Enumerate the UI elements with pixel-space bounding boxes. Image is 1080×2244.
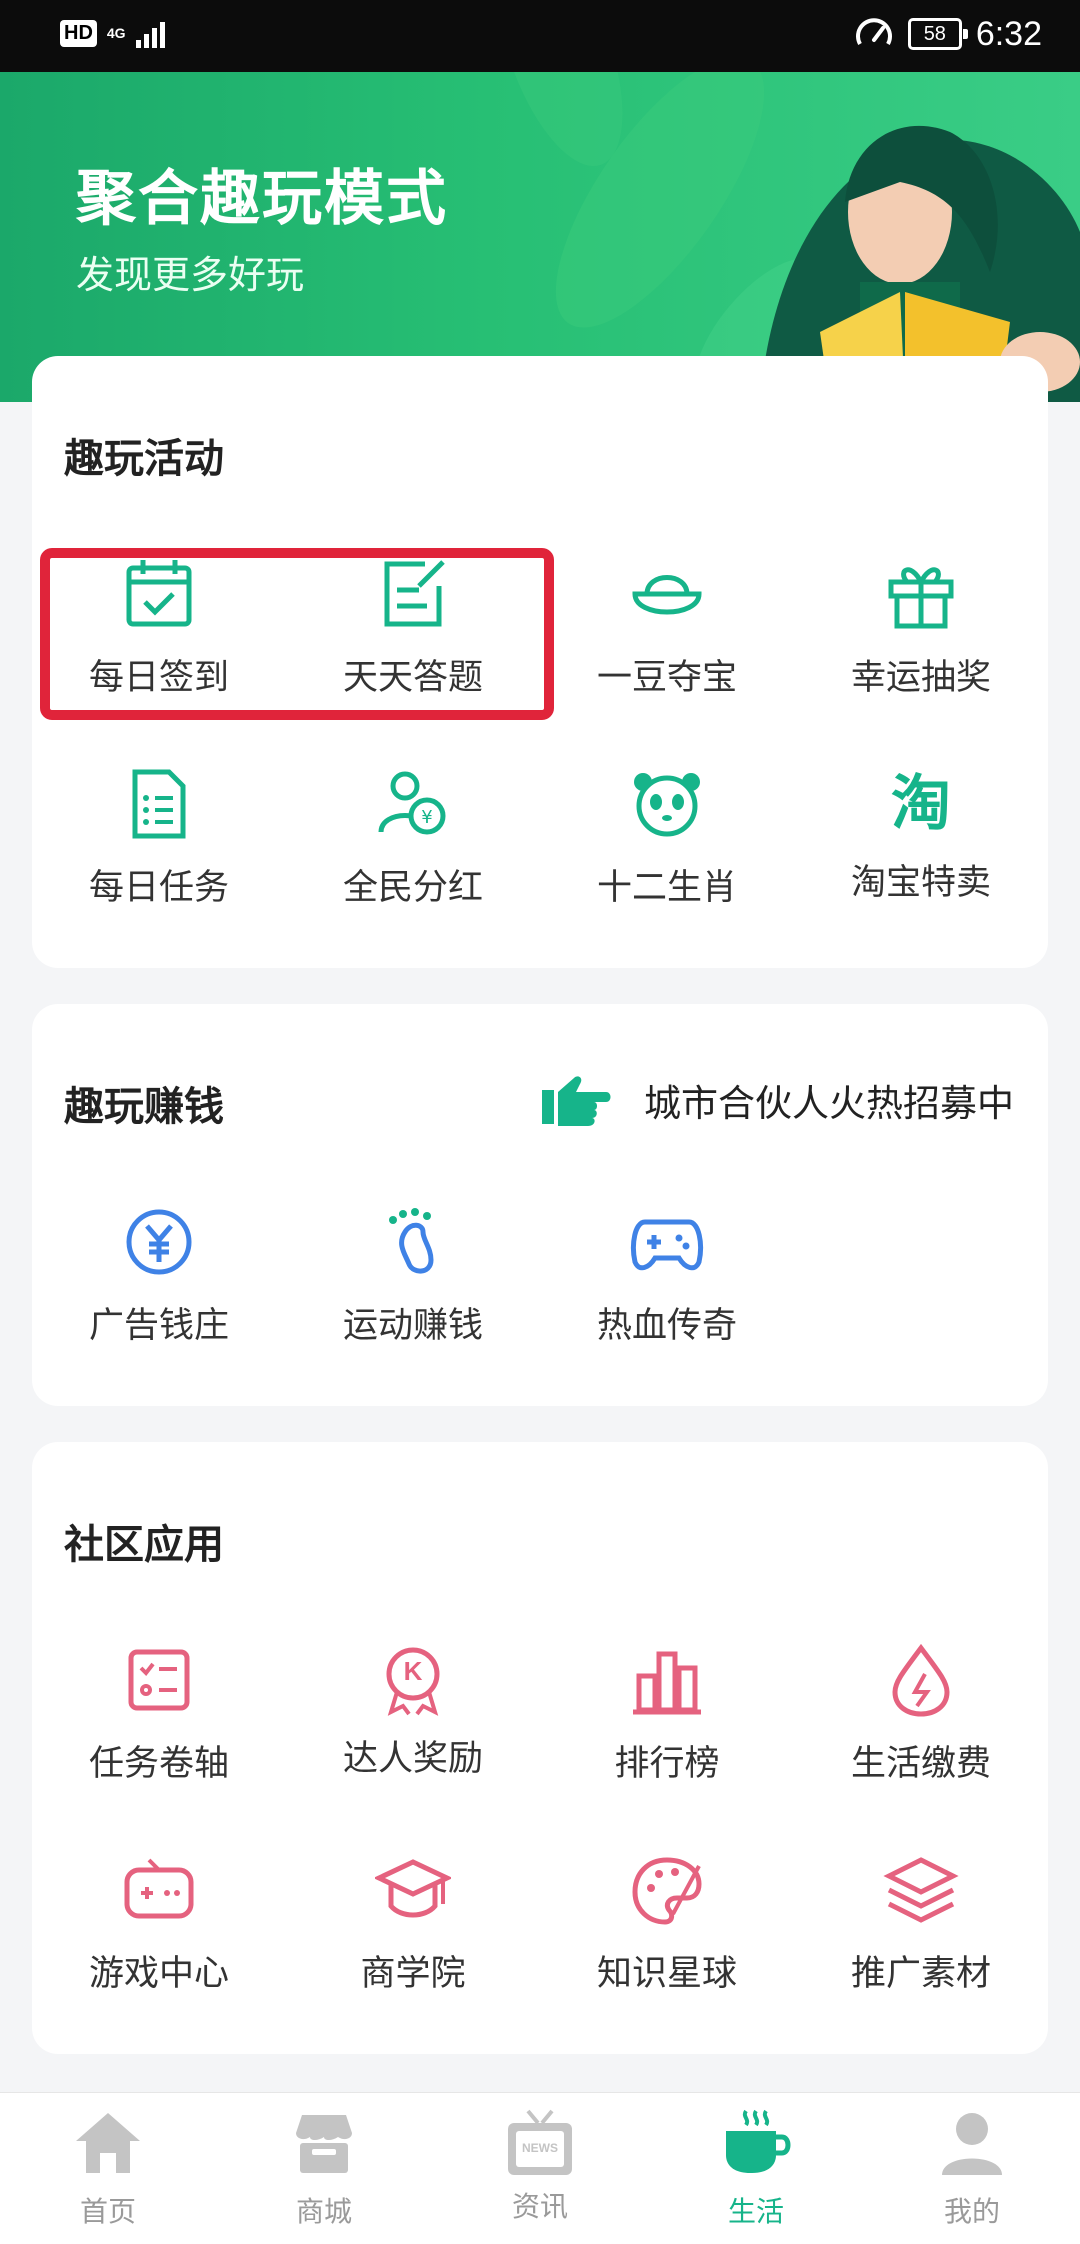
grid-item-taobao[interactable]: 淘 淘宝特卖 (794, 766, 1048, 905)
banner: 聚合趣玩模式 发现更多好玩 (0, 72, 1080, 402)
community-apps-card: 社区应用 任务卷轴 K 达人奖励 排行榜 生活缴费 游戏中心 商学院 知识星球 … (32, 1442, 1048, 2054)
banner-subtitle: 发现更多好玩 (76, 255, 305, 297)
medal-k-icon: K (375, 1642, 451, 1718)
footprint-icon (389, 1208, 434, 1274)
tab-life[interactable]: 生活 (648, 2107, 864, 2230)
fun-earn-card: 趣玩赚钱 城市合伙人火热招募中 广告钱庄 运动赚钱 热血传奇 (32, 1004, 1048, 1406)
reading-woman-illustration (497, 72, 1080, 402)
user-icon (942, 2113, 1002, 2175)
signal-icon (135, 18, 165, 48)
tab-home[interactable]: 首页 (0, 2107, 216, 2230)
grid-item-sport-earn[interactable]: 运动赚钱 (286, 1204, 540, 1348)
medal-letter: K (403, 1656, 423, 1686)
task-scroll-icon (128, 1649, 190, 1711)
bottom-tab-bar: 首页 商城 NEWS 资讯 生活 我的 (0, 2092, 1080, 2244)
grid-item-label: 任务卷轴 (88, 1744, 229, 1783)
palette-icon (632, 1857, 702, 1925)
grid-item-legend-game[interactable]: 热血传奇 (540, 1204, 794, 1348)
partner-recruit-banner[interactable]: 城市合伙人火热招募中 (540, 1072, 1014, 1128)
promo-text: 城市合伙人火热招募中 (644, 1083, 1014, 1124)
grid-item-label: 游戏中心 (88, 1954, 229, 1993)
grid-item-label: 十二生肖 (596, 868, 737, 907)
tab-mall[interactable]: 商城 (216, 2107, 432, 2230)
grid-item-game-center[interactable]: 游戏中心 (32, 1852, 286, 1996)
utility-drop-icon (892, 1643, 950, 1717)
grid-item-promo-material[interactable]: 推广素材 (794, 1852, 1048, 1996)
tab-label: 我的 (943, 2196, 1000, 2227)
task-list-icon (132, 769, 186, 839)
grid-item-label: 达人奖励 (342, 1739, 483, 1778)
section-title: 趣玩活动 (64, 437, 224, 481)
grid-item-label: 排行榜 (614, 1744, 720, 1783)
layers-icon (883, 1857, 959, 1923)
graduation-cap-icon (373, 1859, 453, 1918)
section-title: 趣玩赚钱 (64, 1085, 224, 1129)
grid-item-zodiac[interactable]: 十二生肖 (540, 766, 794, 910)
gift-icon (888, 567, 954, 629)
grid-item-business-school[interactable]: 商学院 (286, 1852, 540, 1996)
tab-mine[interactable]: 我的 (864, 2107, 1080, 2230)
grid-item-label: 全民分红 (342, 868, 483, 907)
coffee-cup-icon (726, 2109, 791, 2173)
grid-item-knowledge-planet[interactable]: 知识星球 (540, 1852, 794, 1996)
grid-item-utility-pay[interactable]: 生活缴费 (794, 1642, 1048, 1786)
grid-item-ad-bank[interactable]: 广告钱庄 (32, 1204, 286, 1348)
status-bar: HD 4G 58 6:32 (0, 0, 1080, 72)
hd-indicator: HD (60, 19, 97, 47)
banner-title: 聚合趣玩模式 (76, 165, 448, 232)
grid-item-label: 商学院 (360, 1954, 466, 1993)
grid-item-leaderboard[interactable]: 排行榜 (540, 1642, 794, 1786)
grid-item-label: 知识星球 (596, 1954, 737, 1993)
grid-item-label: 推广素材 (850, 1954, 991, 1993)
grid-item-task-scroll[interactable]: 任务卷轴 (32, 1642, 286, 1786)
grid-item-label: 每日任务 (88, 868, 229, 907)
section-title: 社区应用 (64, 1523, 224, 1567)
home-icon (76, 2113, 140, 2173)
highlight-annotation (40, 548, 554, 720)
grid-item-dividend[interactable]: ¥ 全民分红 (286, 766, 540, 910)
grid-item-label: 生活缴费 (850, 1744, 991, 1783)
game-console-icon (124, 1858, 194, 1919)
grid-item-expert-reward[interactable]: K 达人奖励 (286, 1642, 540, 1781)
panda-icon (634, 773, 700, 837)
pointing-hand-icon (542, 1076, 611, 1126)
gold-ingot-icon (632, 575, 702, 615)
tab-news[interactable]: NEWS 资讯 (432, 2107, 648, 2225)
gamepad-icon (630, 1219, 704, 1271)
grid-item-lucky-draw[interactable]: 幸运抽奖 (794, 556, 1048, 700)
news-glyph: NEWS (522, 2141, 558, 2155)
grid-item-label: 运动赚钱 (342, 1306, 483, 1345)
speedometer-icon (855, 18, 892, 45)
yuan-coin-icon (126, 1209, 192, 1275)
taobao-icon: 淘 (891, 770, 951, 837)
tab-label: 资讯 (511, 2191, 568, 2222)
people-yuan-icon: ¥ (378, 771, 446, 835)
grid-item-label: 广告钱庄 (88, 1306, 229, 1345)
bar-chart-icon (633, 1651, 701, 1715)
grid-item-label: 幸运抽奖 (850, 658, 991, 697)
clock: 6:32 (975, 14, 1042, 53)
tab-label: 首页 (79, 2196, 136, 2227)
grid-item-label: 一豆夺宝 (596, 658, 737, 697)
svg-text:¥: ¥ (421, 807, 432, 828)
grid-item-label: 热血传奇 (596, 1306, 737, 1345)
store-icon (296, 2115, 352, 2173)
grid-item-daily-task[interactable]: 每日任务 (32, 766, 286, 910)
tab-label: 商城 (295, 2196, 352, 2227)
tab-label: 生活 (727, 2196, 784, 2227)
battery-level: 58 (907, 18, 968, 50)
grid-item-treasure[interactable]: 一豆夺宝 (540, 556, 794, 700)
grid-item-label: 淘宝特卖 (850, 863, 991, 902)
news-tv-icon: NEWS (504, 2107, 576, 2179)
network-type: 4G (106, 25, 126, 41)
